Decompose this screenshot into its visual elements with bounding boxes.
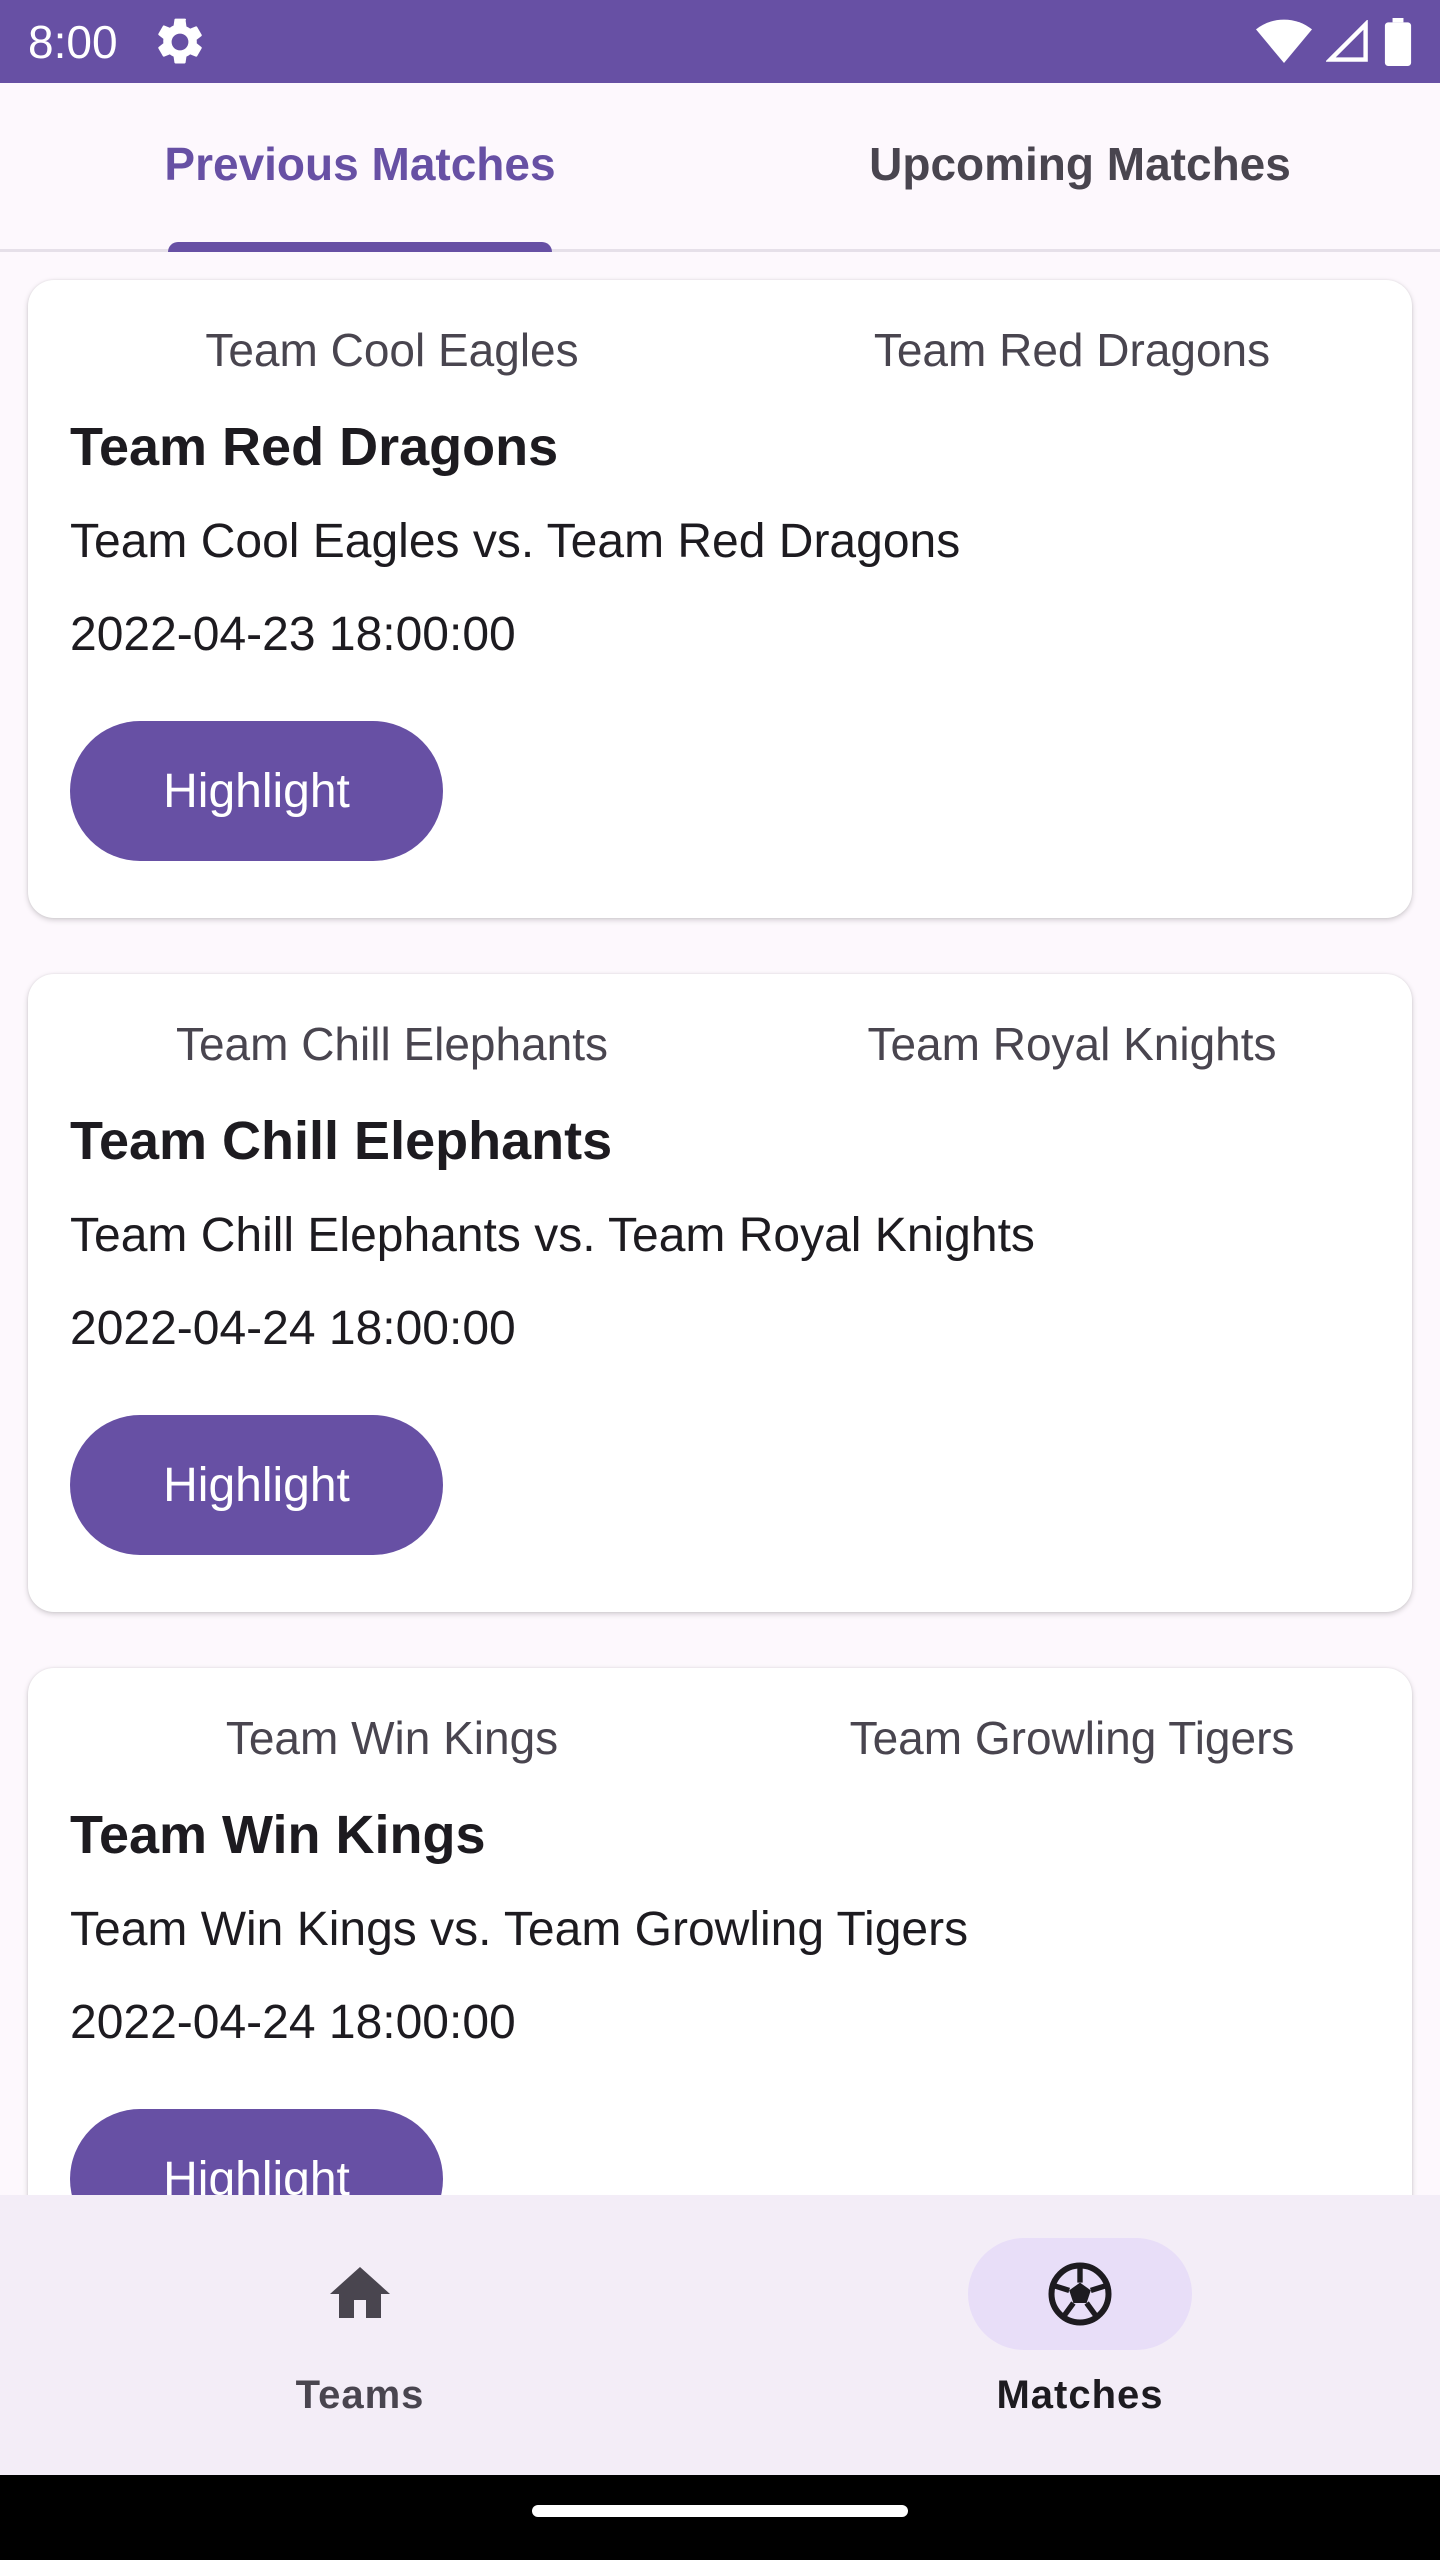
home-team: Team Chill Elephants bbox=[175, 1018, 609, 1070]
nav-icon-container bbox=[968, 2238, 1192, 2350]
nav-item-matches[interactable]: Matches bbox=[720, 2195, 1440, 2475]
gesture-handle[interactable] bbox=[532, 2505, 908, 2517]
match-description: Team Win Kings vs. Team Growling Tigers bbox=[70, 1903, 969, 1956]
status-bar: 8:00 bbox=[0, 0, 1440, 83]
cell-signal-icon bbox=[1326, 20, 1368, 62]
away-team: Team Royal Knights bbox=[867, 1018, 1277, 1070]
nav-icon-container bbox=[248, 2238, 472, 2350]
winner-team: Team Win Kings bbox=[70, 1805, 486, 1865]
winner-team: Team Red Dragons bbox=[70, 417, 559, 477]
home-team: Team Win Kings bbox=[225, 1712, 559, 1764]
match-date: 2022-04-24 18:00:00 bbox=[70, 1996, 516, 2049]
tab-label: Upcoming Matches bbox=[869, 138, 1291, 190]
teams-row: Team Cool Eagles Team Red Dragons bbox=[28, 320, 1412, 380]
tab-previous-matches[interactable]: Previous Matches bbox=[0, 83, 720, 252]
away-team: Team Growling Tigers bbox=[849, 1712, 1295, 1764]
highlight-button[interactable]: Highlight bbox=[70, 1415, 443, 1555]
highlight-button[interactable]: Highlight bbox=[70, 2109, 443, 2195]
soccer-ball-icon bbox=[1048, 2262, 1112, 2326]
battery-icon bbox=[1384, 18, 1412, 66]
nav-label: Teams bbox=[295, 2373, 425, 2417]
winner-team: Team Chill Elephants bbox=[70, 1111, 613, 1171]
match-date: 2022-04-24 18:00:00 bbox=[70, 1302, 516, 1355]
status-time: 8:00 bbox=[28, 16, 118, 68]
match-list[interactable]: Team Cool Eagles Team Red Dragons Team R… bbox=[0, 252, 1440, 2195]
teams-row: Team Win Kings Team Growling Tigers bbox=[28, 1708, 1412, 1768]
tab-selected-indicator bbox=[168, 242, 552, 252]
match-date: 2022-04-23 18:00:00 bbox=[70, 608, 516, 661]
match-description: Team Cool Eagles vs. Team Red Dragons bbox=[70, 515, 961, 568]
teams-row: Team Chill Elephants Team Royal Knights bbox=[28, 1014, 1412, 1074]
highlight-button[interactable]: Highlight bbox=[70, 721, 443, 861]
match-card: Team Win Kings Team Growling Tigers Team… bbox=[28, 1668, 1412, 2195]
bottom-navigation: Teams Matches bbox=[0, 2195, 1440, 2475]
system-navigation-bar bbox=[0, 2475, 1440, 2560]
home-icon bbox=[330, 2267, 390, 2318]
settings-gear-icon bbox=[158, 18, 202, 64]
match-card: Team Cool Eagles Team Red Dragons Team R… bbox=[28, 280, 1412, 918]
match-description: Team Chill Elephants vs. Team Royal Knig… bbox=[70, 1209, 1035, 1262]
tab-upcoming-matches[interactable]: Upcoming Matches bbox=[720, 83, 1440, 249]
match-card: Team Chill Elephants Team Royal Knights … bbox=[28, 974, 1412, 1612]
wifi-icon bbox=[1256, 19, 1312, 64]
status-icons bbox=[1256, 14, 1412, 70]
match-tabs: Previous Matches Upcoming Matches bbox=[0, 83, 1440, 252]
home-team: Team Cool Eagles bbox=[205, 324, 579, 376]
nav-item-teams[interactable]: Teams bbox=[0, 2195, 720, 2475]
app-screen: 8:00 Previous Matches Upcoming Matches T… bbox=[0, 0, 1440, 2560]
nav-label: Matches bbox=[996, 2373, 1164, 2417]
tab-label: Previous Matches bbox=[164, 138, 556, 190]
away-team: Team Red Dragons bbox=[873, 324, 1271, 376]
